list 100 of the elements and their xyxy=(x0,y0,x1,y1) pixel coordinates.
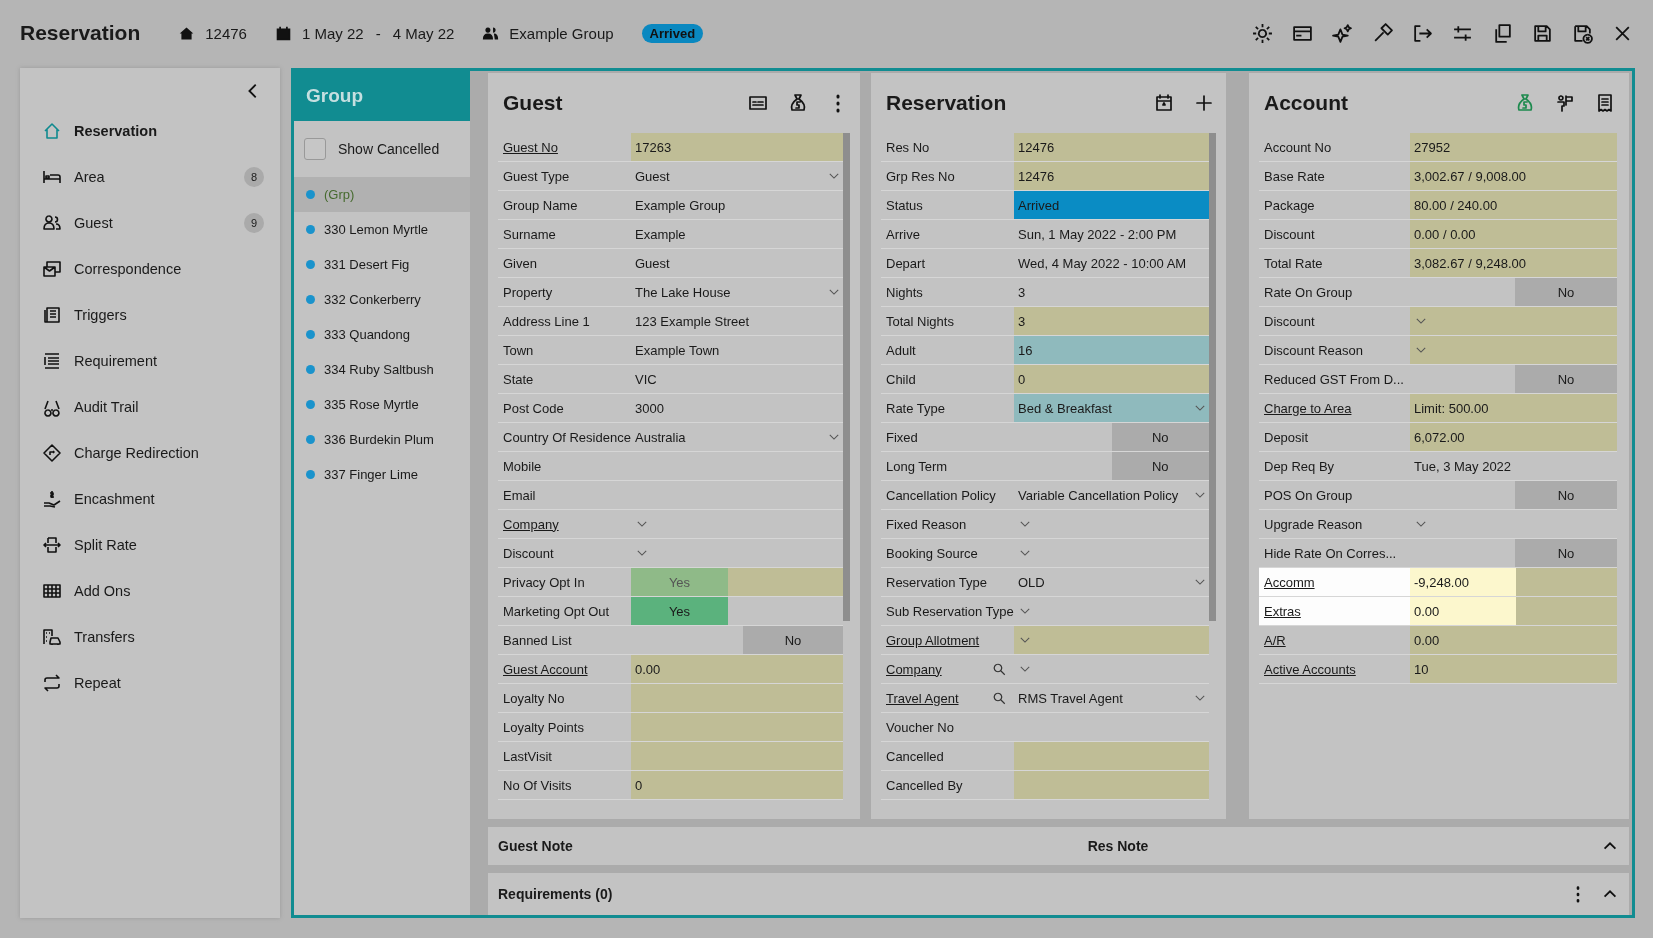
sidebar-item[interactable]: Requirement xyxy=(20,338,280,384)
sidebar-item[interactable]: Correspondence xyxy=(20,246,280,292)
field-label: Dep Req By xyxy=(1263,457,1336,476)
toggle-button[interactable]: No xyxy=(1111,452,1209,480)
search-icon[interactable] xyxy=(992,690,1007,706)
field-value: 12476 xyxy=(1014,133,1209,161)
group-member-item[interactable]: 337 Finger Lime xyxy=(294,457,470,492)
field-value: 0 xyxy=(1014,365,1209,393)
field-link[interactable]: Travel Agent xyxy=(881,684,1014,712)
field-link[interactable]: A/R xyxy=(1259,626,1410,654)
sidebar-item[interactable]: Add Ons xyxy=(20,568,280,614)
search-icon[interactable] xyxy=(992,661,1007,677)
panel-title: Account xyxy=(1264,91,1348,115)
sidebar-item[interactable]: Encashment xyxy=(20,476,280,522)
group-member-item[interactable]: 330 Lemon Myrtle xyxy=(294,212,470,247)
field-link[interactable]: Guest No xyxy=(498,133,631,161)
field-label: Banned List xyxy=(502,631,573,650)
field-label: Reservation Type xyxy=(885,573,988,592)
toggle-button[interactable]: No xyxy=(1111,423,1209,451)
exit-icon[interactable] xyxy=(1412,22,1433,44)
group-member-label: 334 Ruby Saltbush xyxy=(324,362,434,377)
sidebar-item[interactable]: Reservation xyxy=(20,108,280,154)
save-icon[interactable] xyxy=(1532,22,1553,44)
calendar-icon[interactable] xyxy=(1154,93,1174,113)
sidebar-item[interactable]: Repeat xyxy=(20,660,280,706)
yes-button[interactable]: Yes xyxy=(631,568,728,596)
plus-icon[interactable] xyxy=(1194,93,1214,113)
checkbox[interactable] xyxy=(304,138,326,160)
sidebar-item[interactable]: Audit Trail xyxy=(20,384,280,430)
group-member-label: 335 Rose Myrtle xyxy=(324,397,419,412)
scrollbar[interactable] xyxy=(843,133,850,622)
receipt-icon[interactable] xyxy=(1595,93,1615,113)
field-link[interactable]: Charge to Area xyxy=(1259,394,1410,422)
res-note-heading[interactable]: Res Note xyxy=(1087,838,1149,854)
field-link[interactable]: Company xyxy=(498,510,631,538)
group-member-item[interactable]: 335 Rose Myrtle xyxy=(294,387,470,422)
field-link[interactable]: Active Accounts xyxy=(1259,655,1410,683)
dropdown-field[interactable] xyxy=(1410,336,1617,364)
sidebar-item[interactable]: Area 8 xyxy=(20,154,280,200)
dropdown-field[interactable]: Bed & Breakfast xyxy=(1014,394,1209,422)
field-link[interactable]: Group Allotment xyxy=(881,626,1014,654)
sidebar-item[interactable]: Split Rate xyxy=(20,522,280,568)
field-label: Discount xyxy=(1263,312,1316,331)
group-member-item[interactable]: 334 Ruby Saltbush xyxy=(294,352,470,387)
list-icon xyxy=(42,351,62,371)
copy-icon[interactable] xyxy=(1492,22,1513,44)
toggle-button[interactable]: No xyxy=(1515,481,1617,509)
toggle-button[interactable]: No xyxy=(1515,278,1617,306)
field-value: Arrived xyxy=(1014,191,1209,219)
yes-button[interactable]: Yes xyxy=(631,597,728,625)
field-link[interactable]: Extras xyxy=(1259,597,1410,625)
card-icon[interactable] xyxy=(748,93,768,113)
sidebar-item[interactable]: Guest 9 xyxy=(20,200,280,246)
field-value: 27952 xyxy=(1410,133,1617,161)
sidebar-label: Add Ons xyxy=(74,583,131,599)
toggle-button[interactable]: No xyxy=(1515,365,1617,393)
field-link[interactable]: Company xyxy=(881,655,1014,683)
toggle-button[interactable]: No xyxy=(743,626,843,654)
departure-date: 4 May 22 xyxy=(392,24,455,42)
sidebar-label: Correspondence xyxy=(74,261,182,277)
hammer-icon[interactable] xyxy=(1372,22,1393,44)
group-member-item[interactable]: 331 Desert Fig xyxy=(294,247,470,282)
settings-icon[interactable] xyxy=(1252,22,1273,44)
grid-icon xyxy=(42,581,62,601)
sidebar-item[interactable]: Transfers xyxy=(20,614,280,660)
sidebar-label: Split Rate xyxy=(74,537,137,553)
field-value: 0 xyxy=(631,771,843,799)
sidebar-label: Guest xyxy=(74,215,113,231)
money-bag-icon[interactable] xyxy=(788,93,808,113)
sparkle-icon[interactable] xyxy=(1332,22,1353,44)
person-flag-icon[interactable] xyxy=(1555,93,1575,113)
field-label: Grp Res No xyxy=(885,167,956,186)
group-member-item[interactable]: 336 Burdekin Plum xyxy=(294,422,470,457)
dropdown-field[interactable] xyxy=(1410,307,1617,335)
sidebar-item[interactable]: Triggers xyxy=(20,292,280,338)
save-icon[interactable] xyxy=(1572,22,1593,44)
field-label: Town xyxy=(502,341,535,360)
toggle-button[interactable]: No xyxy=(1515,539,1617,567)
status-dot xyxy=(306,470,315,479)
scrollbar[interactable] xyxy=(1209,133,1216,622)
field-label: Hide Rate On Corres... xyxy=(1263,544,1398,563)
guest-note-heading[interactable]: Guest Note xyxy=(498,838,573,854)
field-label: Deposit xyxy=(1263,428,1310,447)
field-label: Marketing Opt Out xyxy=(502,602,611,621)
group-member-item[interactable]: 333 Quandong xyxy=(294,317,470,352)
field-link[interactable]: Guest Account xyxy=(498,655,631,683)
field-label: Upgrade Reason xyxy=(1263,515,1364,534)
field-value: 0.00 xyxy=(631,655,843,683)
field-value: 0.00 xyxy=(1410,597,1516,625)
requirements-heading[interactable]: Requirements (0) xyxy=(498,886,613,902)
field-label: Package xyxy=(1263,196,1316,215)
hand-icon xyxy=(42,489,62,509)
field-label: Surname xyxy=(502,225,557,244)
field-label: Adult xyxy=(885,341,917,360)
dropdown-field[interactable] xyxy=(1014,626,1209,654)
field-label: Loyalty No xyxy=(502,689,566,708)
sidebar-item[interactable]: Charge Redirection xyxy=(20,430,280,476)
checkbox-label: Show Cancelled xyxy=(338,141,440,157)
group-member-item[interactable]: 332 Conkerberry xyxy=(294,282,470,317)
field-link[interactable]: Accomm xyxy=(1259,568,1410,596)
